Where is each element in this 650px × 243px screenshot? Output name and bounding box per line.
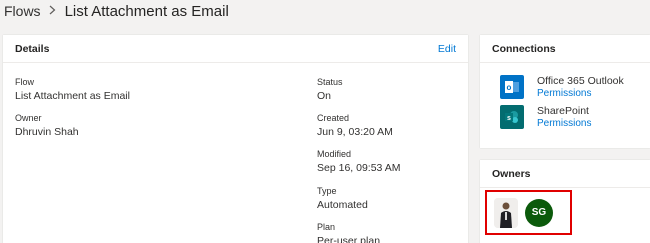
field-flow: Flow List Attachment as Email — [15, 76, 130, 103]
field-status-value: On — [317, 90, 332, 102]
owner-photo-avatar[interactable] — [494, 197, 518, 228]
outlook-icon: o — [500, 75, 524, 99]
edit-button[interactable]: Edit — [438, 43, 456, 55]
breadcrumb-flows-link[interactable]: Flows — [4, 3, 41, 19]
svg-text:s: s — [507, 115, 511, 122]
connections-card: Connections o Office 365 Outlook Permiss… — [480, 35, 650, 148]
permissions-link-sharepoint[interactable]: Permissions — [537, 118, 591, 130]
connection-item-sharepoint: s SharePoint Permissions — [480, 105, 650, 133]
field-modified-value: Sep 16, 09:53 AM — [317, 162, 401, 174]
connection-name-outlook: Office 365 Outlook — [537, 75, 624, 87]
field-created-label: Created — [317, 113, 350, 123]
permissions-link-outlook[interactable]: Permissions — [537, 88, 624, 100]
field-created-value: Jun 9, 03:20 AM — [317, 126, 393, 138]
connection-item-outlook: o Office 365 Outlook Permissions — [480, 75, 650, 103]
owners-highlight-box: SG — [485, 190, 572, 235]
field-owner: Owner Dhruvin Shah — [15, 112, 79, 139]
connections-header: Connections — [480, 35, 650, 63]
field-status-label: Status — [317, 77, 343, 87]
field-created: Created Jun 9, 03:20 AM — [317, 112, 393, 139]
owners-title: Owners — [492, 167, 531, 180]
connections-title: Connections — [492, 42, 556, 55]
field-owner-value: Dhruvin Shah — [15, 126, 79, 138]
details-header: Details Edit — [3, 35, 468, 63]
field-owner-label: Owner — [15, 113, 42, 123]
field-flow-value: List Attachment as Email — [15, 90, 130, 102]
details-title: Details — [15, 42, 50, 55]
field-type-label: Type — [317, 186, 337, 196]
field-type-value: Automated — [317, 199, 368, 211]
field-status: Status On — [317, 76, 343, 103]
connections-list: o Office 365 Outlook Permissions s Share… — [480, 63, 650, 133]
field-modified: Modified Sep 16, 09:53 AM — [317, 148, 400, 175]
details-card: Details Edit Flow List Attachment as Ema… — [3, 35, 468, 243]
owners-card: Owners SG — [480, 160, 650, 243]
breadcrumb: Flows List Attachment as Email — [4, 2, 229, 20]
field-plan-label: Plan — [317, 222, 336, 232]
sharepoint-icon: s — [500, 105, 524, 129]
field-type: Type Automated — [317, 185, 368, 212]
field-modified-label: Modified — [317, 149, 352, 159]
page-title: List Attachment as Email — [64, 2, 229, 20]
owner-initials-avatar[interactable]: SG — [525, 198, 553, 227]
connection-name-sharepoint: SharePoint — [537, 105, 589, 117]
chevron-right-icon — [49, 4, 56, 18]
field-flow-label: Flow — [15, 77, 35, 87]
owners-header: Owners — [480, 160, 650, 188]
field-plan: Plan Per-user plan — [317, 221, 380, 243]
svg-text:o: o — [507, 83, 512, 92]
field-plan-value: Per-user plan — [317, 235, 381, 243]
